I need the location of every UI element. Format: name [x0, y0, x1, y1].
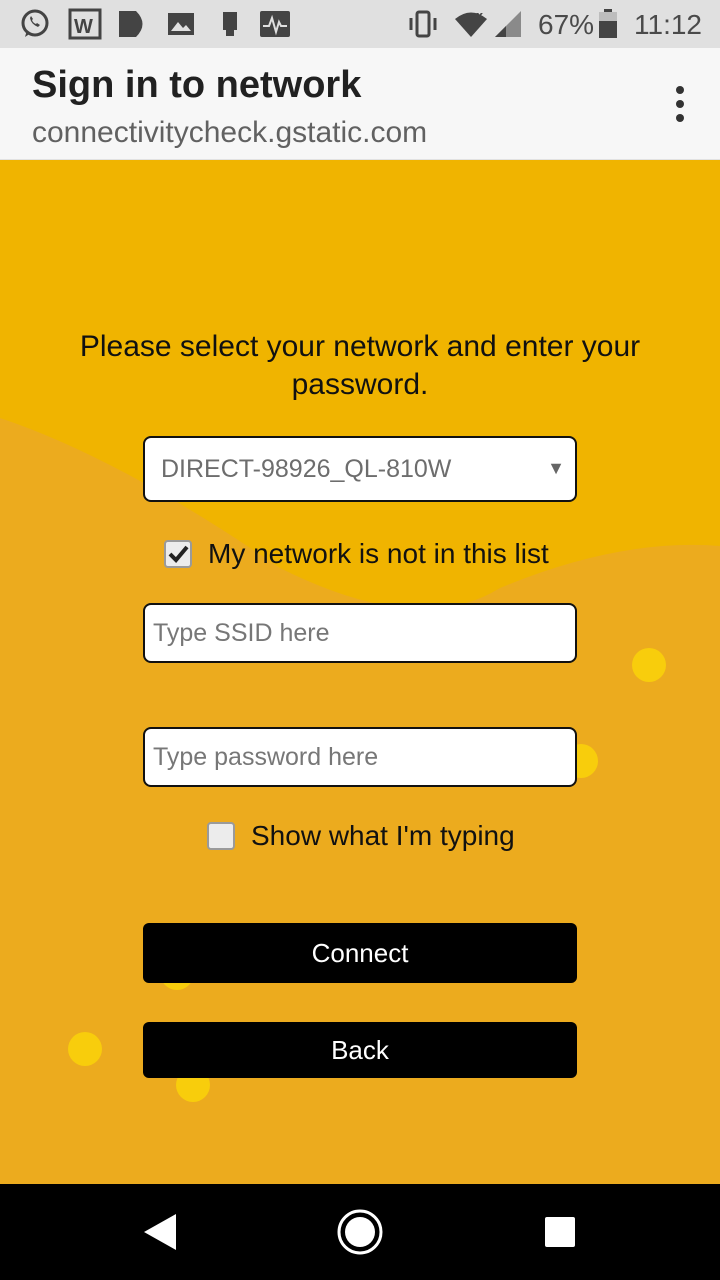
status-bar: W x 67% 11:12: [0, 0, 720, 48]
back-icon[interactable]: [136, 1208, 184, 1256]
vibrate-icon: [409, 10, 437, 38]
svg-text:W: W: [74, 16, 93, 38]
captive-portal-content: Please select your network and enter you…: [0, 168, 720, 1184]
not-in-list-checkbox[interactable]: [164, 540, 192, 568]
back-button[interactable]: Back: [143, 1022, 577, 1078]
page-title: Sign in to network: [32, 64, 362, 106]
wifi-icon: x: [455, 9, 487, 37]
network-select-value: DIRECT-98926_QL-810W: [161, 455, 452, 483]
whatsapp-icon: [21, 9, 49, 37]
ssid-input[interactable]: [143, 603, 577, 663]
sim-icon: [223, 12, 237, 36]
connect-button[interactable]: Connect: [143, 923, 577, 983]
show-typing-row[interactable]: Show what I'm typing: [207, 820, 515, 852]
chevron-down-icon: ▼: [547, 458, 565, 478]
network-select[interactable]: DIRECT-98926_QL-810W ▼: [143, 436, 577, 502]
show-typing-label: Show what I'm typing: [251, 820, 515, 851]
decorative-dot: [68, 1032, 102, 1066]
page-url: connectivitycheck.gstatic.com: [32, 116, 428, 149]
signal-icon: [495, 11, 521, 37]
home-icon[interactable]: [336, 1208, 384, 1256]
svg-text:x: x: [476, 9, 483, 22]
show-typing-checkbox[interactable]: [207, 822, 235, 850]
battery-icon: [599, 9, 617, 38]
gallery-icon: [168, 13, 194, 35]
not-in-list-label: My network is not in this list: [208, 538, 549, 569]
instruction-text: Please select your network and enter you…: [79, 330, 641, 401]
word-icon: W: [68, 8, 102, 40]
battery-percent: 67%: [538, 9, 595, 40]
not-in-list-row[interactable]: My network is not in this list: [164, 538, 549, 570]
play-icon: [119, 11, 143, 37]
app-bar: Sign in to network connectivitycheck.gst…: [0, 48, 720, 160]
password-input[interactable]: [143, 727, 577, 787]
decorative-dot: [632, 648, 666, 682]
activity-icon: [260, 11, 290, 37]
clock: 11:12: [634, 9, 702, 40]
checkmark-icon: [168, 545, 189, 563]
system-nav-bar: [0, 1184, 720, 1280]
recents-icon[interactable]: [536, 1208, 584, 1256]
more-vert-icon[interactable]: [668, 84, 692, 124]
